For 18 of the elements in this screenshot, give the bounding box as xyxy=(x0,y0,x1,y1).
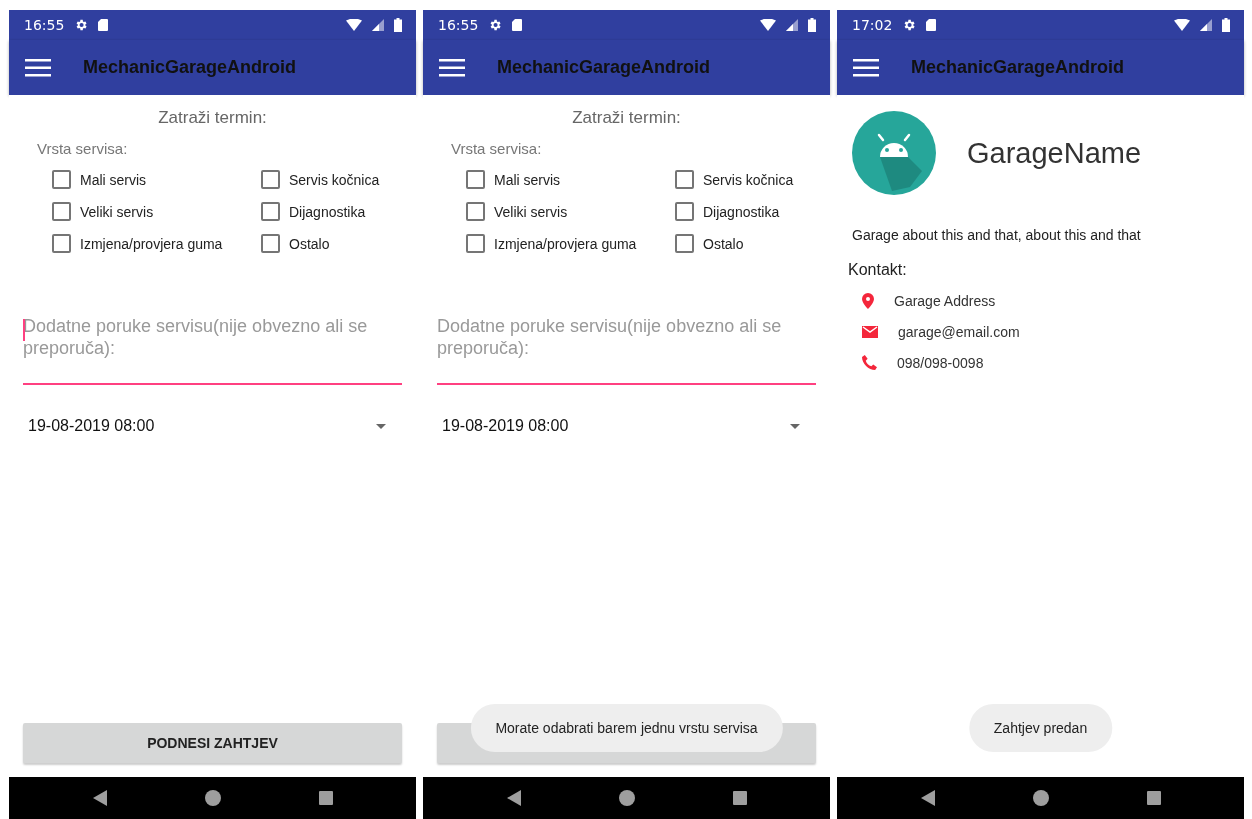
service-type-label: Vrsta servisa: xyxy=(37,140,128,157)
contact-label: Kontakt: xyxy=(848,261,908,279)
garage-name: GarageName xyxy=(967,136,1142,170)
status-toast: Morate odabrati barem jednu vrstu servisa xyxy=(470,704,783,752)
form-heading: Zatraži termin: xyxy=(572,108,681,128)
service-type-label: Vrsta servisa: xyxy=(451,140,542,157)
app-title: MechanicGarageAndroid xyxy=(497,57,711,78)
contact-text: 098/098-0098 xyxy=(897,354,984,371)
status-time: 16:55 xyxy=(24,17,65,33)
status-toast: Zahtjev predan xyxy=(968,704,1113,752)
status-time: 17:02 xyxy=(852,17,893,33)
contact-text: garage@email.com xyxy=(898,323,1020,340)
app-title: MechanicGarageAndroid xyxy=(911,57,1125,78)
status-time: 16:55 xyxy=(438,17,479,33)
app-title: MechanicGarageAndroid xyxy=(83,57,297,78)
garage-description: Garage about this and that, about this and that xyxy=(852,227,1142,243)
form-heading: Zatraži termin: xyxy=(158,108,267,128)
contact-text: Garage Address xyxy=(894,292,996,309)
